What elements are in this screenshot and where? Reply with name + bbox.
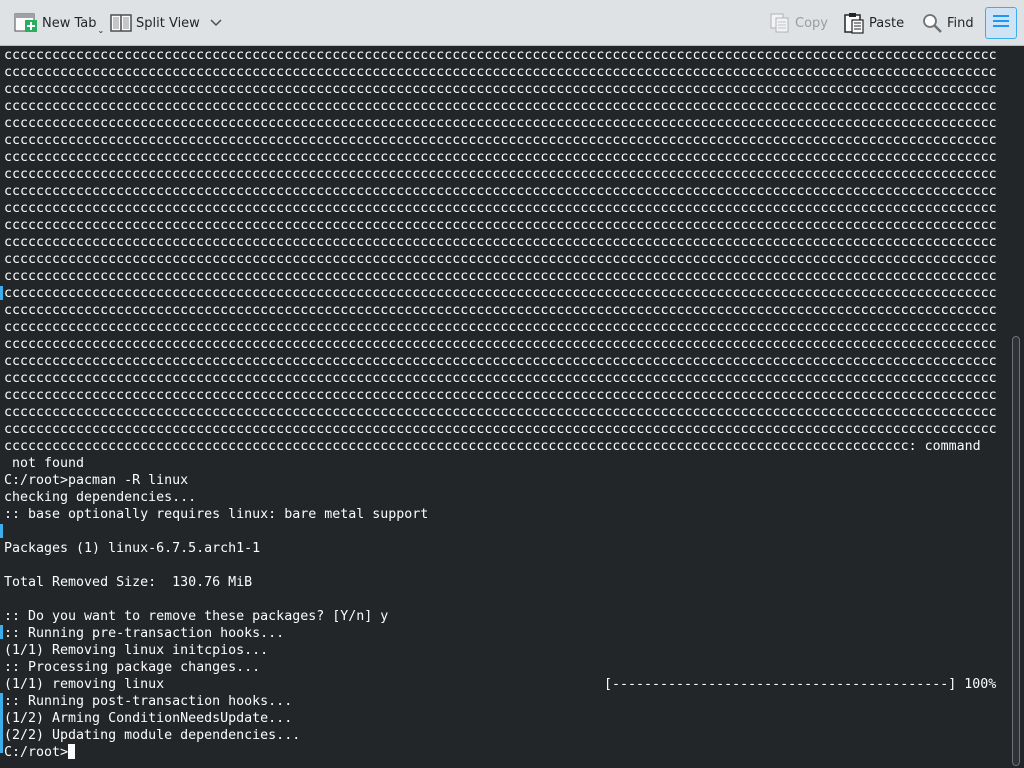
progress-bar-text: [---------------------------------------… [604, 677, 997, 692]
terminal-line: (2/2) Updating module dependencies... [4, 728, 301, 743]
scroll-marker [0, 286, 3, 300]
terminal-line: cccccccccccccccccccccccccccccccccccccccc… [4, 354, 996, 369]
terminal-line: Total Removed Size: 130.76 MiB [4, 575, 253, 590]
terminal-line: :: Processing package changes... [4, 660, 261, 675]
terminal-line: not found [4, 456, 85, 471]
terminal-line: :: Running pre-transaction hooks... [4, 626, 285, 641]
terminal-line: cccccccccccccccccccccccccccccccccccccccc… [4, 303, 996, 318]
find-label: Find [947, 15, 974, 31]
scrollbar-thumb[interactable] [1012, 336, 1020, 766]
hamburger-menu-icon [992, 13, 1010, 33]
terminal-line: (1/1) Removing linux initcpios... [4, 643, 269, 658]
scroll-marker [0, 524, 3, 538]
new-tab-label: New Tab [42, 15, 97, 31]
terminal-line: cccccccccccccccccccccccccccccccccccccccc… [4, 371, 996, 386]
split-view-button[interactable]: Split View [110, 7, 222, 39]
terminal-line: cccccccccccccccccccccccccccccccccccccccc… [4, 252, 996, 267]
search-icon [921, 12, 943, 34]
terminal-scrollbar[interactable] [1006, 46, 1024, 768]
terminal-line: (1/1) removing linux [-------------------… [4, 677, 997, 692]
split-view-icon [110, 13, 132, 33]
terminal-line: cccccccccccccccccccccccccccccccccccccccc… [4, 337, 996, 352]
paste-icon [843, 12, 865, 34]
new-tab-button[interactable]: New Tab ⌄ [14, 7, 104, 39]
toolbar: New Tab ⌄ Split View Copy Paste Find [0, 0, 1024, 46]
terminal-line: cccccccccccccccccccccccccccccccccccccccc… [4, 286, 996, 301]
terminal-line: cccccccccccccccccccccccccccccccccccccccc… [4, 439, 981, 454]
terminal-line: cccccccccccccccccccccccccccccccccccccccc… [4, 99, 996, 114]
new-tab-icon [14, 12, 38, 34]
terminal-line: (1/2) Arming ConditionNeedsUpdate... [4, 711, 293, 726]
scroll-marker [0, 693, 3, 753]
copy-label: Copy [795, 15, 828, 31]
terminal-line: cccccccccccccccccccccccccccccccccccccccc… [4, 184, 996, 199]
new-tab-dropdown-icon[interactable]: ⌄ [98, 26, 105, 35]
terminal-line: cccccccccccccccccccccccccccccccccccccccc… [4, 405, 996, 420]
terminal-line: cccccccccccccccccccccccccccccccccccccccc… [4, 65, 996, 80]
terminal-line: Packages (1) linux-6.7.5.arch1-1 [4, 541, 261, 556]
terminal-line: C:/root> [4, 744, 1006, 761]
paste-button[interactable]: Paste [843, 7, 904, 39]
copy-button[interactable]: Copy [769, 7, 828, 39]
terminal-line: :: base optionally requires linux: bare … [4, 507, 429, 522]
terminal-line: cccccccccccccccccccccccccccccccccccccccc… [4, 201, 996, 216]
terminal-line: cccccccccccccccccccccccccccccccccccccccc… [4, 422, 996, 437]
terminal-line: cccccccccccccccccccccccccccccccccccccccc… [4, 235, 996, 250]
terminal-line: C:/root>pacman -R linux [4, 473, 189, 488]
terminal-line: :: Do you want to remove these packages?… [4, 609, 389, 624]
terminal-line: checking dependencies... [4, 490, 197, 505]
find-button[interactable]: Find [921, 7, 974, 39]
hamburger-menu-button[interactable] [985, 7, 1017, 39]
terminal-line: cccccccccccccccccccccccccccccccccccccccc… [4, 82, 996, 97]
terminal-line: cccccccccccccccccccccccccccccccccccccccc… [4, 116, 996, 131]
terminal-line: cccccccccccccccccccccccccccccccccccccccc… [4, 218, 996, 233]
terminal-line: cccccccccccccccccccccccccccccccccccccccc… [4, 320, 996, 335]
terminal-line: :: Running post-transaction hooks... [4, 694, 293, 709]
terminal-cursor [68, 744, 76, 759]
split-view-label: Split View [136, 15, 200, 31]
terminal-line: cccccccccccccccccccccccccccccccccccccccc… [4, 167, 996, 182]
terminal-line: cccccccccccccccccccccccccccccccccccccccc… [4, 388, 996, 403]
terminal-output[interactable]: cccccccccccccccccccccccccccccccccccccccc… [0, 46, 1006, 768]
terminal-line: cccccccccccccccccccccccccccccccccccccccc… [4, 48, 996, 63]
scroll-marker [0, 625, 3, 639]
terminal-line: cccccccccccccccccccccccccccccccccccccccc… [4, 150, 996, 165]
paste-label: Paste [869, 15, 905, 31]
terminal-line: cccccccccccccccccccccccccccccccccccccccc… [4, 269, 996, 284]
text-lines-block: cccccccccccccccccccccccccccccccccccccccc… [4, 438, 1006, 761]
split-view-chevron-down-icon[interactable] [210, 19, 222, 27]
copy-icon [769, 12, 791, 34]
terminal-line: cccccccccccccccccccccccccccccccccccccccc… [4, 133, 996, 148]
c-lines-block: cccccccccccccccccccccccccccccccccccccccc… [4, 47, 1006, 438]
